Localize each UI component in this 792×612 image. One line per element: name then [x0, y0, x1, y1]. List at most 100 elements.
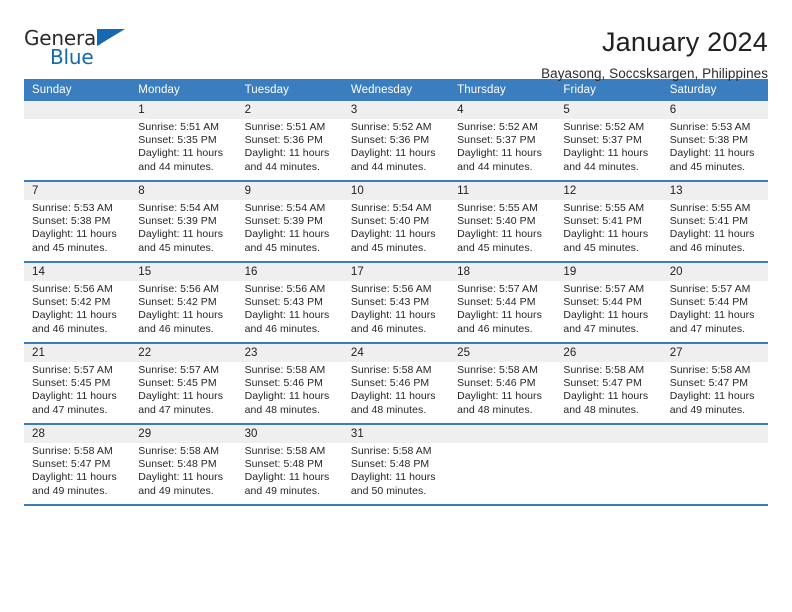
sunrise-text: Sunrise: 5:57 AM	[138, 364, 220, 376]
day-number[interactable]: 5	[555, 101, 662, 119]
daylight-text-line2: and 48 minutes.	[244, 403, 321, 416]
daylight-text-line1: Daylight: 11 hours	[563, 390, 649, 403]
day-number[interactable]: 11	[449, 180, 556, 200]
daylight-text-line1: Daylight: 11 hours	[350, 471, 436, 484]
day-number[interactable]: 31	[342, 423, 450, 443]
day-number[interactable]: 4	[449, 101, 556, 119]
day-number[interactable]: 27	[661, 342, 768, 362]
triangle-flag-icon	[97, 29, 125, 46]
sunrise-text: Sunrise: 5:51 AM	[138, 121, 220, 133]
day-number[interactable]: 13	[661, 180, 768, 200]
daylight-text-line2: and 44 minutes.	[244, 160, 321, 173]
day-details: Sunrise: 5:53 AM Sunset: 5:38 PM Daylight:…	[24, 200, 131, 263]
day-number[interactable]: 23	[236, 342, 343, 362]
daylight-text-line1: Daylight: 11 hours	[457, 390, 542, 403]
general-blue-logo[interactable]: General Blue	[24, 26, 144, 74]
sunset-text: Sunset: 5:40 PM	[350, 215, 430, 228]
daylight-text-line2: and 45 minutes.	[138, 241, 214, 254]
daylight-text-line1: Daylight: 11 hours	[669, 228, 755, 241]
sunrise-text: Sunrise: 5:55 AM	[457, 202, 538, 214]
sunrise-text: Sunrise: 5:52 AM	[563, 121, 645, 133]
daylight-text-line1: Daylight: 11 hours	[457, 309, 542, 322]
day-number[interactable]: 12	[555, 180, 662, 200]
daylight-text-line1: Daylight: 11 hours	[32, 228, 117, 241]
day-number[interactable]: 9	[236, 180, 343, 200]
day-number[interactable]: 10	[342, 180, 450, 200]
logo-text-blue: Blue	[50, 45, 94, 69]
day-number[interactable]: 1	[130, 101, 237, 119]
day-number[interactable]: 17	[342, 261, 450, 281]
sunrise-text: Sunrise: 5:57 AM	[32, 364, 113, 376]
sunrise-text: Sunrise: 5:55 AM	[669, 202, 751, 214]
day-number[interactable]: 3	[342, 101, 450, 119]
day-details-empty	[449, 443, 556, 506]
sunrise-text: Sunrise: 5:54 AM	[244, 202, 326, 214]
day-details: Sunrise: 5:57 AM Sunset: 5:44 PM Daylight:…	[555, 281, 662, 344]
week-5-daynumbers: 28 29 30 31	[24, 423, 768, 443]
sunset-text: Sunset: 5:43 PM	[244, 296, 323, 309]
sunset-text: Sunset: 5:35 PM	[138, 134, 217, 147]
day-number[interactable]: 16	[236, 261, 343, 281]
sunrise-text: Sunrise: 5:52 AM	[350, 121, 432, 133]
day-number[interactable]: 29	[130, 423, 237, 443]
day-number[interactable]: 24	[342, 342, 450, 362]
day-details: Sunrise: 5:54 AM Sunset: 5:40 PM Daylight:…	[342, 200, 450, 263]
sunrise-text: Sunrise: 5:58 AM	[138, 445, 220, 457]
day-number[interactable]: 22	[130, 342, 237, 362]
day-number[interactable]: 30	[236, 423, 343, 443]
day-number[interactable]: 21	[24, 342, 131, 362]
day-details: Sunrise: 5:51 AM Sunset: 5:36 PM Daylight:…	[236, 119, 343, 182]
daylight-text-line2: and 46 minutes.	[244, 322, 321, 335]
day-details: Sunrise: 5:55 AM Sunset: 5:41 PM Daylight:…	[555, 200, 662, 263]
sunset-text: Sunset: 5:48 PM	[350, 458, 430, 471]
daylight-text-line2: and 48 minutes.	[457, 403, 533, 416]
day-number[interactable]: 7	[24, 180, 131, 200]
week-4-details: Sunrise: 5:57 AM Sunset: 5:45 PM Daylight:…	[24, 362, 768, 425]
sunrise-text: Sunrise: 5:58 AM	[563, 364, 645, 376]
day-number[interactable]: 18	[449, 261, 556, 281]
day-number[interactable]: 20	[661, 261, 768, 281]
page-header: General Blue January 2024 Bayasong, Socc…	[24, 0, 768, 81]
daylight-text-line1: Daylight: 11 hours	[138, 471, 224, 484]
sunset-text: Sunset: 5:47 PM	[32, 458, 111, 471]
day-details: Sunrise: 5:55 AM Sunset: 5:41 PM Daylight:…	[661, 200, 768, 263]
sunrise-text: Sunrise: 5:51 AM	[244, 121, 326, 133]
day-number[interactable]: 15	[130, 261, 237, 281]
day-details: Sunrise: 5:58 AM Sunset: 5:48 PM Daylight:…	[342, 443, 450, 506]
sunrise-text: Sunrise: 5:53 AM	[32, 202, 113, 214]
day-number[interactable]: 19	[555, 261, 662, 281]
day-details: Sunrise: 5:58 AM Sunset: 5:48 PM Daylight:…	[130, 443, 237, 506]
daylight-text-line2: and 45 minutes.	[350, 241, 427, 254]
daylight-text-line2: and 50 minutes.	[350, 484, 427, 497]
day-details: Sunrise: 5:57 AM Sunset: 5:44 PM Daylight:…	[449, 281, 556, 344]
sunset-text: Sunset: 5:39 PM	[244, 215, 323, 228]
day-number[interactable]: 8	[130, 180, 237, 200]
daylight-text-line1: Daylight: 11 hours	[138, 309, 224, 322]
title-block: January 2024 Bayasong, Soccsksargen, Phi…	[144, 26, 768, 83]
sunset-text: Sunset: 5:40 PM	[457, 215, 536, 228]
day-number[interactable]: 6	[661, 101, 768, 119]
calendar-body: 1 2 3 4 5 6 Sunrise: 5:51 AM Sunset: 5:35…	[24, 101, 768, 506]
daylight-text-line1: Daylight: 11 hours	[32, 309, 117, 322]
daylight-text-line1: Daylight: 11 hours	[138, 228, 224, 241]
day-number[interactable]: 28	[24, 423, 131, 443]
day-number[interactable]: 2	[236, 101, 343, 119]
daylight-text-line1: Daylight: 11 hours	[244, 147, 330, 160]
page-title: January 2024	[601, 27, 768, 57]
day-details-empty	[24, 119, 131, 182]
sunset-text: Sunset: 5:44 PM	[669, 296, 749, 309]
sunset-text: Sunset: 5:38 PM	[32, 215, 111, 228]
sunrise-text: Sunrise: 5:54 AM	[138, 202, 220, 214]
day-details: Sunrise: 5:56 AM Sunset: 5:43 PM Daylight:…	[236, 281, 343, 344]
sunrise-text: Sunrise: 5:58 AM	[350, 364, 432, 376]
week-1-details: Sunrise: 5:51 AM Sunset: 5:35 PM Daylight:…	[24, 119, 768, 182]
sunrise-text: Sunrise: 5:52 AM	[457, 121, 538, 133]
daylight-text-line2: and 44 minutes.	[457, 160, 533, 173]
day-number[interactable]: 14	[24, 261, 131, 281]
day-number[interactable]: 26	[555, 342, 662, 362]
daylight-text-line1: Daylight: 11 hours	[350, 309, 436, 322]
daylight-text-line2: and 45 minutes.	[32, 241, 108, 254]
daylight-text-line1: Daylight: 11 hours	[669, 390, 755, 403]
sunset-text: Sunset: 5:39 PM	[138, 215, 217, 228]
day-number[interactable]: 25	[449, 342, 556, 362]
